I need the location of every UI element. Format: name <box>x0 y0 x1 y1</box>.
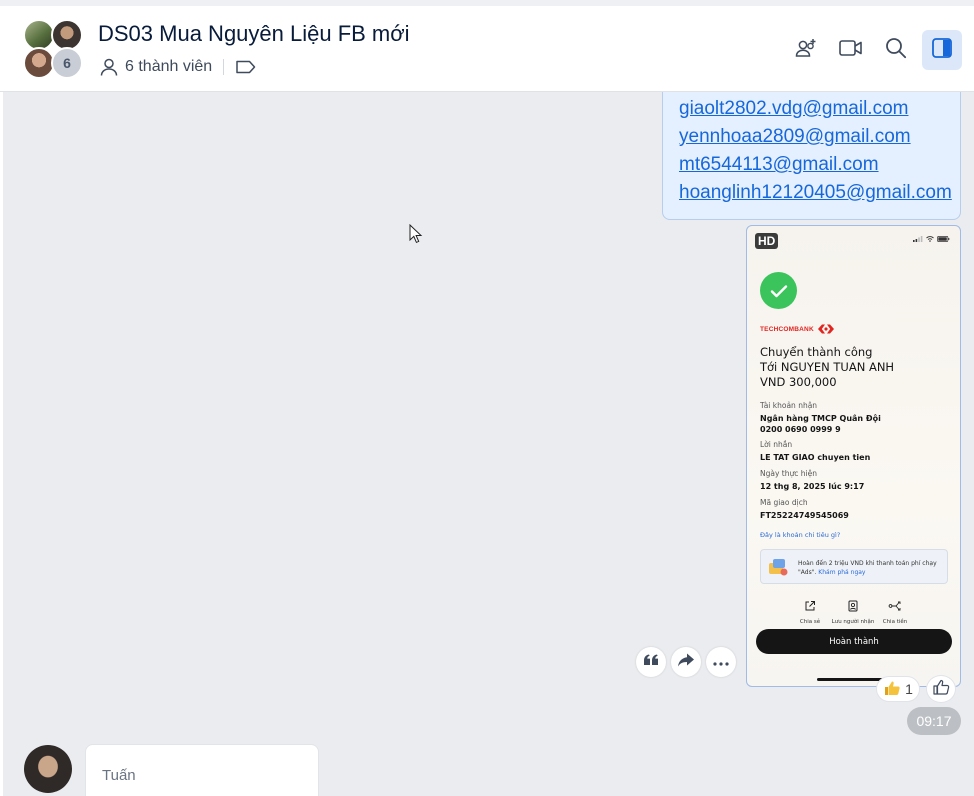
email-link[interactable]: hoanglinh12120405@gmail.com <box>679 179 960 207</box>
phone-status-icons <box>913 236 950 242</box>
thumbs-up-outline-icon <box>932 678 950 701</box>
thumbs-up-emoji-icon <box>883 679 901 700</box>
email-link[interactable]: giaolt2802.vdg@gmail.com <box>679 95 960 123</box>
email-list-message[interactable]: giaolt2802.vdg@gmail.com yennhoaa2809@gm… <box>662 92 961 220</box>
receipt-recipient: Tới NGUYEN TUAN ANH <box>760 360 895 374</box>
receipt-action-split: Chia tiền <box>870 597 920 625</box>
reaction-summary[interactable]: 1 <box>876 676 920 702</box>
subtitle-divider <box>223 59 225 75</box>
receipt-note-label: Lời nhắn <box>760 440 793 449</box>
quote-reply-button[interactable] <box>636 647 666 677</box>
battery-icon <box>937 236 950 242</box>
conversation-subtitle: 6 thành viên <box>99 56 257 78</box>
toggle-info-panel-button[interactable] <box>922 30 962 70</box>
reaction-count: 1 <box>905 681 913 697</box>
receipt-amount: VND 300,000 <box>760 375 837 389</box>
search-button[interactable] <box>876 30 916 70</box>
save-contact-icon <box>848 600 858 612</box>
video-call-button[interactable] <box>831 30 871 70</box>
receipt-status-line: Chuyển thành công <box>760 345 873 359</box>
sender-avatar[interactable] <box>24 745 72 793</box>
receipt-account-label: Tài khoản nhận <box>760 401 818 410</box>
receipt-image-message[interactable]: HD TECHCOMBANK Chuyển thành công Tới NGU… <box>746 225 961 687</box>
receipt-date-value: 12 thg 8, 2025 lúc 9:17 <box>760 482 865 491</box>
conversation-title[interactable]: DS03 Mua Nguyên Liệu FB mới <box>98 21 410 47</box>
receipt-note-value: LE TAT GIAO chuyen tien <box>760 453 871 462</box>
bank-brand: TECHCOMBANK <box>760 324 834 334</box>
more-options-button[interactable] <box>706 647 736 677</box>
email-link[interactable]: mt6544113@gmail.com <box>679 151 960 179</box>
share-icon <box>805 601 815 611</box>
techcombank-logo-icon <box>817 324 834 334</box>
mouse-cursor-icon <box>409 223 423 249</box>
conversation-header: 6 DS03 Mua Nguyên Liệu FB mới 6 thành vi… <box>0 6 974 92</box>
receipt-account-number: 0200 0690 0999 9 <box>760 425 841 434</box>
video-camera-icon <box>838 37 864 64</box>
email-link[interactable]: yennhoaa2809@gmail.com <box>679 123 960 151</box>
more-horizontal-icon <box>713 653 729 671</box>
promo-text: Hoàn đến 2 triệu VND khi thanh toán phí … <box>798 560 937 576</box>
receipt-account-bank: Ngân hàng TMCP Quân Đội <box>760 414 881 423</box>
receipt-done-button: Hoàn thành <box>756 629 952 654</box>
bank-name: TECHCOMBANK <box>760 325 814 333</box>
message-list[interactable]: giaolt2802.vdg@gmail.com yennhoaa2809@gm… <box>0 92 974 796</box>
forward-button[interactable] <box>671 647 701 677</box>
receipt-txn-value: FT25224749545069 <box>760 511 849 520</box>
receipt-date-label: Ngày thực hiện <box>760 469 817 478</box>
message-timestamp: 09:17 <box>907 707 961 735</box>
group-avatar-count[interactable]: 6 <box>51 47 83 79</box>
members-icon <box>99 57 119 77</box>
incoming-message[interactable]: Tuấn <box>85 744 319 796</box>
split-icon <box>888 601 901 611</box>
success-check-icon <box>760 272 797 309</box>
sender-name: Tuấn <box>102 767 136 784</box>
message-list-edge <box>0 92 3 796</box>
add-member-button[interactable] <box>786 30 826 70</box>
forward-arrow-icon <box>677 652 695 673</box>
add-reaction-button[interactable] <box>926 675 956 703</box>
quote-icon <box>643 653 659 672</box>
promo-illustration-icon <box>769 559 788 576</box>
members-count-link[interactable]: 6 thành viên <box>125 58 212 76</box>
search-icon <box>884 36 908 65</box>
sidebar-panel-icon <box>931 37 953 64</box>
receipt-spend-link: Đây là khoản chi tiêu gì? <box>760 531 841 539</box>
receipt-promo-banner: Hoàn đến 2 triệu VND khi thanh toán phí … <box>760 549 948 584</box>
tag-icon[interactable] <box>235 58 257 76</box>
wifi-icon <box>926 236 934 242</box>
signal-icon <box>913 236 923 242</box>
person-add-icon <box>794 36 818 65</box>
receipt-txn-label: Mã giao dịch <box>760 498 808 507</box>
hd-badge: HD <box>755 233 779 249</box>
